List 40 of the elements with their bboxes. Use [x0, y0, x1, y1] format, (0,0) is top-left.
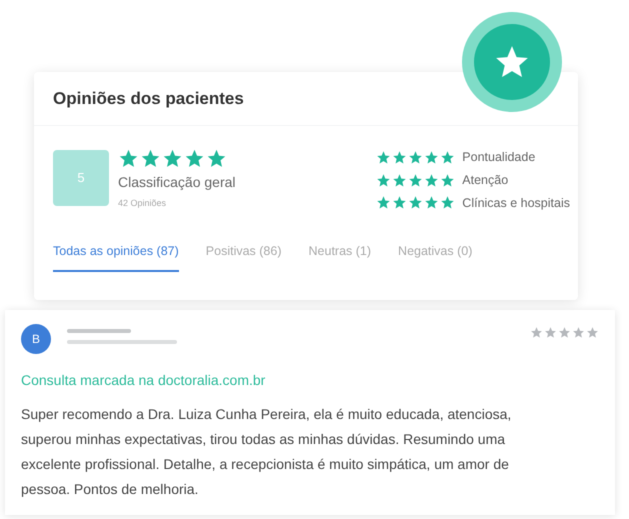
star-icon — [184, 148, 205, 169]
star-icon — [162, 148, 183, 169]
star-icon — [408, 172, 424, 188]
rating-label: Classificação geral — [118, 173, 236, 192]
score-box: 5 — [53, 150, 109, 206]
star-icon — [408, 195, 424, 210]
star-icon — [408, 150, 424, 165]
category-label: Pontualidade — [462, 149, 536, 166]
star-icon — [424, 150, 440, 165]
star-icon — [206, 148, 227, 169]
tab[interactable]: Neutras (1) — [308, 242, 372, 272]
star-icon — [440, 195, 456, 210]
star-icon — [440, 172, 456, 188]
star-icon — [118, 148, 139, 169]
tab[interactable]: Negativas (0) — [398, 242, 472, 272]
card-title: Opiniões dos pacientes — [53, 88, 244, 110]
star-icon — [392, 172, 408, 188]
star-icon — [544, 326, 557, 339]
tab[interactable]: Positivas (86) — [206, 242, 282, 272]
star-icon — [424, 195, 440, 210]
review-text: Super recomendo a Dra. Luiza Cunha Pereira, ela é muito educada, atenciosa, superou minhas expectativas, tirou todas as minhas dúvidas. Resumindo uma excelente profissional. Detalhe, a recepcionista é muito simpática, um amor de pessoa. Pontos de melhoria. — [21, 405, 512, 499]
star-icon — [140, 148, 161, 169]
star-icon — [376, 172, 392, 188]
star-icon — [586, 326, 599, 339]
booking-source: Consulta marcada na doctoralia.com.br — [21, 371, 266, 390]
avatar: B — [21, 324, 51, 354]
review-count: 42 Opiniões — [118, 197, 168, 210]
category-label: Atenção — [462, 172, 508, 189]
star-icon — [376, 150, 392, 165]
category-label: Clínicas e hospitais — [462, 194, 570, 212]
star-icon — [376, 195, 392, 210]
star-icon — [572, 326, 585, 339]
star-icon — [392, 150, 408, 165]
tab[interactable]: Todas as opiniões (87) — [53, 242, 179, 272]
star-icon — [530, 326, 543, 339]
star-icon — [558, 326, 571, 339]
star-icon — [424, 172, 440, 188]
text-placeholder — [67, 329, 131, 333]
star-icon — [440, 150, 456, 165]
star-icon — [392, 195, 408, 210]
